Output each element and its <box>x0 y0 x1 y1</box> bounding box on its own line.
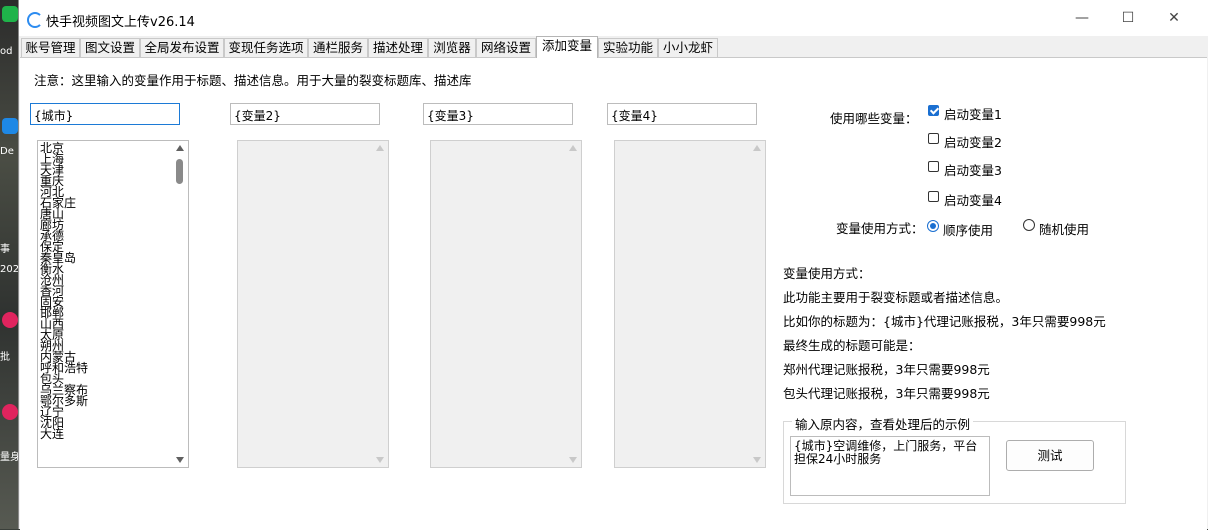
note-text: 注意：这里输入的变量作用于标题、描述信息。用于大量的裂变标题库、描述库 <box>34 73 472 88</box>
variable-2-name-input[interactable]: {变量2} <box>230 103 380 125</box>
scroll-down-icon <box>569 457 577 463</box>
variable-4-name-input[interactable]: {变量4} <box>607 103 757 125</box>
scroll-up-icon[interactable] <box>176 145 184 151</box>
desktop-label: 事 <box>0 244 10 255</box>
sequential-label[interactable]: 顺序使用 <box>943 220 993 239</box>
variable-3-name-input[interactable]: {变量3} <box>423 103 573 125</box>
desktop-label: 202 <box>0 264 20 275</box>
desktop-label: 批 <box>0 352 10 363</box>
window-title: 快手视频图文上传v26.14 <box>46 15 195 30</box>
example-group-title: 输入原内容，查看处理后的示例 <box>792 414 974 433</box>
tab-image-text[interactable]: 图文设置 <box>80 38 140 57</box>
which-variables-label: 使用哪些变量： <box>830 111 918 126</box>
scroll-thumb[interactable] <box>176 159 183 184</box>
test-button[interactable]: 测试 <box>1006 440 1094 471</box>
help-line: 郑州代理记账报税，3年只需要998元 <box>783 362 990 377</box>
variable-1-name-input[interactable]: {城市} <box>30 103 180 125</box>
tab-global-publish[interactable]: 全局发布设置 <box>140 38 224 57</box>
app-logo-icon <box>27 12 43 28</box>
variable-4-values-list[interactable] <box>614 140 766 468</box>
help-line: 此功能主要用于裂变标题或者描述信息。 <box>783 290 1009 305</box>
enable-variable-1-label[interactable]: 启动变量1 <box>944 104 1002 123</box>
random-label[interactable]: 随机使用 <box>1039 219 1089 238</box>
maximize-icon[interactable]: ☐ <box>1105 6 1151 30</box>
variable-1-values-list[interactable]: 北京 上海 天津 重庆 河北 石家庄 唐山 廊坊 承德 保定 秦皇岛 衡水 沧州 香河 固安 邯郸 山西 太原 朔州… <box>37 140 189 468</box>
minimize-icon[interactable]: — <box>1059 6 1105 30</box>
enable-variable-2-label[interactable]: 启动变量2 <box>944 132 1002 151</box>
enable-variable-4-label[interactable]: 启动变量4 <box>944 190 1002 209</box>
tab-add-variable[interactable]: 添加变量 <box>536 36 598 58</box>
scrollbar <box>749 141 765 467</box>
help-line: 最终生成的标题可能是： <box>783 338 921 353</box>
tab-banner-service[interactable]: 通栏服务 <box>308 38 368 57</box>
list-item[interactable]: 大连 <box>40 428 170 440</box>
scroll-down-icon <box>753 457 761 463</box>
scroll-down-icon[interactable] <box>176 457 184 463</box>
desktop-label: od <box>0 46 13 57</box>
scrollbar[interactable] <box>172 141 188 467</box>
desktop-app-icon[interactable] <box>2 404 18 420</box>
enable-variable-1-checkbox[interactable] <box>928 105 939 116</box>
title-bar: 快手视频图文上传v26.14 — ☐ ✕ <box>19 0 1208 36</box>
close-icon[interactable]: ✕ <box>1151 6 1197 30</box>
app-window: 快手视频图文上传v26.14 — ☐ ✕ 账号管理 图文设置 全局发布设置 变现… <box>18 0 1208 530</box>
example-input-textarea[interactable]: {城市}空调维修，上门服务，平台担保24小时服务 <box>790 436 990 496</box>
scroll-up-icon <box>753 145 761 151</box>
tab-bar: 账号管理 图文设置 全局发布设置 变现任务选项 通栏服务 描述处理 浏览器 网络… <box>19 36 1208 58</box>
scroll-down-icon <box>376 457 384 463</box>
help-heading: 变量使用方式： <box>783 266 871 281</box>
help-line: 比如你的标题为：{城市}代理记账报税，3年只需要998元 <box>783 314 1106 329</box>
tab-network[interactable]: 网络设置 <box>476 38 536 57</box>
scrollbar <box>565 141 581 467</box>
random-radio[interactable] <box>1023 219 1035 231</box>
desktop-app-icon[interactable] <box>2 312 18 328</box>
desktop-label: De <box>0 146 14 157</box>
example-groupbox: 输入原内容，查看处理后的示例 {城市}空调维修，上门服务，平台担保24小时服务 … <box>783 414 1126 504</box>
enable-variable-4-checkbox[interactable] <box>928 191 939 202</box>
add-variable-panel: 注意：这里输入的变量作用于标题、描述信息。用于大量的裂变标题库、描述库 {城市}… <box>20 57 1207 530</box>
help-line: 包头代理记账报税，3年只需要998元 <box>783 386 990 401</box>
tab-experimental[interactable]: 实验功能 <box>598 38 658 57</box>
desktop-app-icon[interactable] <box>2 6 18 22</box>
tab-crayfish[interactable]: 小小龙虾 <box>658 38 718 57</box>
desktop-background: od De 事 202 批 量身 <box>0 0 20 529</box>
tab-description[interactable]: 描述处理 <box>368 38 428 57</box>
scroll-up-icon <box>376 145 384 151</box>
sequential-radio[interactable] <box>927 220 939 232</box>
desktop-label: 量身 <box>0 452 20 463</box>
enable-variable-3-label[interactable]: 启动变量3 <box>944 160 1002 179</box>
variable-3-values-list[interactable] <box>430 140 582 468</box>
variable-2-values-list[interactable] <box>237 140 389 468</box>
usage-mode-label: 变量使用方式： <box>836 221 924 236</box>
tab-monetize[interactable]: 变现任务选项 <box>224 38 308 57</box>
enable-variable-2-checkbox[interactable] <box>928 133 939 144</box>
tab-browser[interactable]: 浏览器 <box>428 38 476 57</box>
tab-account[interactable]: 账号管理 <box>21 38 80 57</box>
variable-1-items: 北京 上海 天津 重庆 河北 石家庄 唐山 廊坊 承德 保定 秦皇岛 衡水 沧州 香河 固安 邯郸 山西 太原 朔州… <box>40 142 170 440</box>
desktop-app-icon[interactable] <box>2 118 18 134</box>
scrollbar <box>372 141 388 467</box>
scroll-up-icon <box>569 145 577 151</box>
enable-variable-3-checkbox[interactable] <box>928 161 939 172</box>
